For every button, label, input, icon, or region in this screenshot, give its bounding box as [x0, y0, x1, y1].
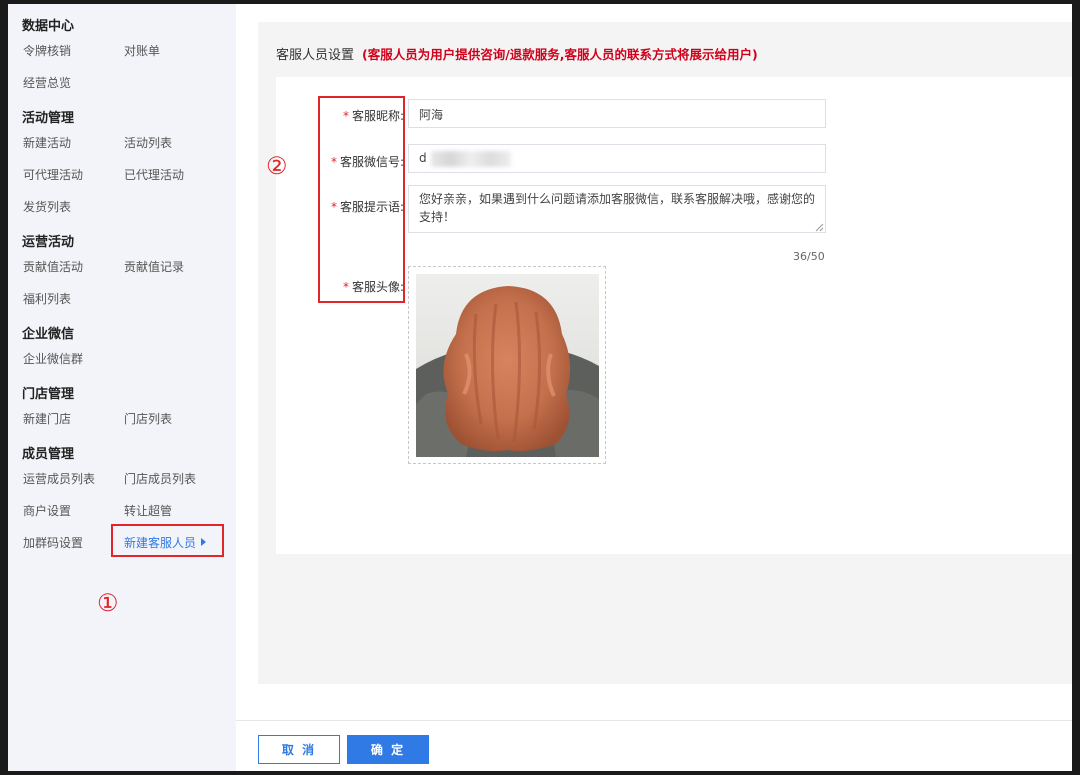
section-title-activity: 活动管理 — [22, 111, 75, 126]
annotation-two: ② — [266, 152, 288, 180]
resize-handle-icon[interactable] — [815, 223, 824, 232]
section-title-data-center: 数据中心 — [22, 19, 75, 34]
sidebar-item-transfer-admin[interactable]: 转让超管 — [124, 502, 172, 519]
sidebar-item-welfare-list[interactable]: 福利列表 — [23, 290, 71, 307]
service-staff-form: * 客服昵称: * 客服微信号: * 客服提示语: * 客服头像: ② 阿海 d 您好亲… — [266, 77, 1072, 554]
sidebar-item-new-store[interactable]: 新建门店 — [23, 410, 71, 427]
confirm-button[interactable]: 确 定 — [347, 735, 429, 764]
sidebar-item-wecom-group[interactable]: 企业微信群 — [23, 350, 83, 367]
avatar-image — [416, 274, 599, 457]
highlight-box-labels — [318, 96, 405, 303]
app-window: 数据中心 令牌核销 对账单 经营总览 活动管理 新建活动 活动列表 可代理活动 … — [8, 4, 1072, 771]
section-title-store: 门店管理 — [22, 387, 75, 402]
sidebar-item-ops-members[interactable]: 运营成员列表 — [23, 470, 95, 487]
sidebar-item-contribution-activity[interactable]: 贡献值活动 — [23, 258, 83, 275]
sidebar: 数据中心 令牌核销 对账单 经营总览 活动管理 新建活动 活动列表 可代理活动 … — [8, 4, 236, 771]
sidebar-item-merchant-settings[interactable]: 商户设置 — [23, 502, 71, 519]
sidebar-item-new-activity[interactable]: 新建活动 — [23, 134, 71, 151]
section-header: 客服人员设置 (客服人员为用户提供咨询/退款服务,客服人员的联系方式将展示给用户) — [276, 44, 758, 63]
avatar-photo — [416, 274, 599, 457]
highlight-box-menu — [111, 524, 224, 557]
sidebar-item-agented-activity[interactable]: 已代理活动 — [124, 166, 184, 183]
sidebar-item-group-code-settings[interactable]: 加群码设置 — [23, 534, 83, 551]
redacted-blur — [431, 151, 511, 167]
wechat-value: d — [419, 151, 427, 165]
sidebar-item-overview[interactable]: 经营总览 — [23, 74, 71, 91]
sidebar-item-store-list[interactable]: 门店列表 — [124, 410, 172, 427]
sidebar-item-agentable-activity[interactable]: 可代理活动 — [23, 166, 83, 183]
content-panel: 客服人员设置 (客服人员为用户提供咨询/退款服务,客服人员的联系方式将展示给用户)… — [258, 22, 1072, 684]
sidebar-item-contribution-record[interactable]: 贡献值记录 — [124, 258, 184, 275]
annotation-one: ① — [97, 589, 119, 617]
nickname-input[interactable]: 阿海 — [408, 99, 826, 128]
page-title: 客服人员设置 — [276, 48, 355, 63]
section-title-members: 成员管理 — [22, 447, 75, 462]
main-content: 客服人员设置 (客服人员为用户提供咨询/退款服务,客服人员的联系方式将展示给用户)… — [236, 4, 1072, 771]
header-note: (客服人员为用户提供咨询/退款服务,客服人员的联系方式将展示给用户) — [362, 47, 758, 62]
tip-textarea[interactable]: 您好亲亲，如果遇到什么问题请添加客服微信，联系客服解决哦，感谢您的支持！ — [408, 185, 826, 233]
sidebar-item-shipping-list[interactable]: 发货列表 — [23, 198, 71, 215]
footer-divider — [236, 720, 1072, 721]
sidebar-item-activity-list[interactable]: 活动列表 — [124, 134, 172, 151]
sidebar-item-statement[interactable]: 对账单 — [124, 42, 160, 59]
cancel-button[interactable]: 取 消 — [258, 735, 340, 764]
sidebar-item-token-verify[interactable]: 令牌核销 — [23, 42, 71, 59]
wechat-input[interactable]: d — [408, 144, 826, 173]
char-counter: 36/50 — [793, 250, 825, 263]
section-title-wecom: 企业微信 — [22, 327, 75, 342]
section-title-operations: 运营活动 — [22, 235, 75, 250]
avatar-upload[interactable] — [408, 266, 606, 464]
sidebar-item-store-members[interactable]: 门店成员列表 — [124, 470, 196, 487]
